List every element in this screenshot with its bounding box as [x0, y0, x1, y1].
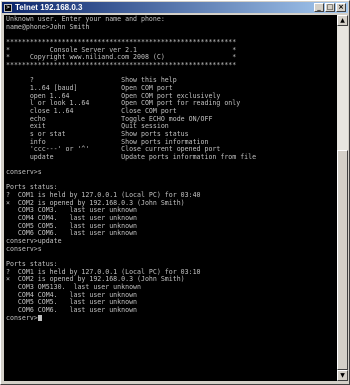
- scroll-down-button[interactable]: ▼: [337, 370, 348, 381]
- terminal-line: conserv>s: [6, 244, 42, 253]
- maximize-button[interactable]: □: [325, 3, 335, 12]
- terminal-line: conserv>update: [6, 237, 62, 246]
- telnet-icon[interactable]: >: [4, 3, 12, 12]
- window-title: Telnet 192.168.0.3: [15, 3, 83, 12]
- scroll-up-button[interactable]: ▲: [337, 15, 348, 26]
- scroll-thumb[interactable]: [337, 150, 348, 370]
- terminal-console[interactable]: Unknown user. Enter your name and phone:…: [4, 15, 337, 381]
- terminal-line: conserv>: [6, 314, 335, 323]
- terminal-line: ****************************************…: [6, 60, 237, 69]
- telnet-window: > Telnet 192.168.0.3 _ □ × Unknown user.…: [0, 0, 350, 385]
- window-controls: _ □ ×: [314, 3, 346, 12]
- terminal-line: name@phone>John Smith: [6, 22, 90, 31]
- close-button[interactable]: ×: [336, 3, 346, 12]
- terminal-output: Unknown user. Enter your name and phone:…: [4, 15, 337, 323]
- terminal-line: update Update ports information from fil…: [6, 152, 257, 161]
- text-cursor: [37, 314, 42, 321]
- terminal-line: COM6 COM6. last user unknown: [6, 305, 138, 314]
- terminal-line: conserv>s: [6, 168, 42, 177]
- vertical-scrollbar[interactable]: ▲ ▼: [337, 15, 348, 381]
- minimize-button[interactable]: _: [314, 3, 324, 12]
- title-bar[interactable]: > Telnet 192.168.0.3 _ □ ×: [2, 2, 348, 13]
